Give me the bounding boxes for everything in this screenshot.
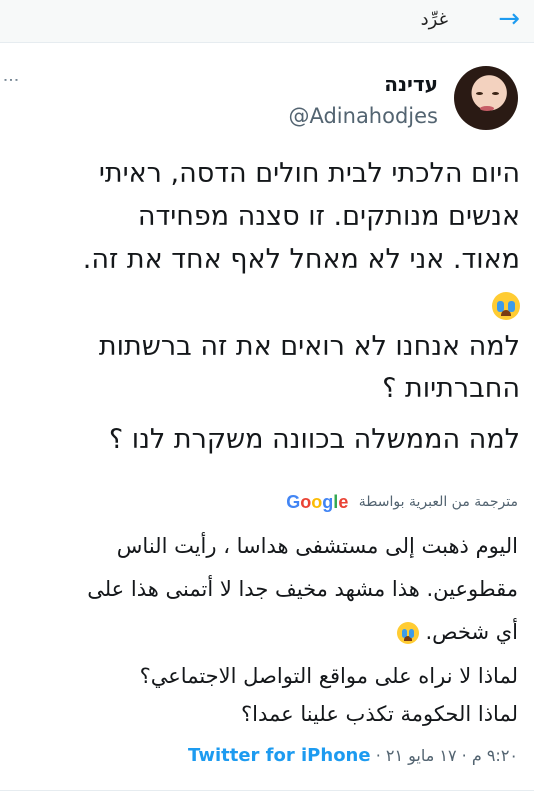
page-title: غرِّد — [420, 9, 448, 30]
loudly-crying-face-icon — [492, 291, 520, 320]
tweet-source[interactable]: Twitter for iPhone — [188, 745, 371, 766]
google-logo: Google — [286, 492, 349, 512]
translated-text-line: اليوم ذهبت إلى مستشفى هداسا ، رأيت الناس — [116, 534, 518, 558]
original-text-line: למה אנחנו לא רואים את זה ברשתות — [98, 331, 520, 362]
tweet-meta: ٩:٢٠ م · ١٧ مايو ٢١ · Twitter for iPhone — [188, 745, 518, 766]
divider — [0, 790, 534, 791]
translated-text-line: لماذا الحكومة تكذب علينا عمدا؟ — [240, 702, 518, 726]
translated-text-line: أي شخص. — [425, 620, 518, 644]
display-name[interactable]: עדינה — [384, 72, 438, 96]
translation-label: مترجمة من العبرية بواسطة — [358, 494, 518, 510]
top-bar: → غرِّد — [0, 0, 534, 43]
loudly-crying-face-icon — [396, 622, 419, 644]
avatar[interactable] — [454, 66, 518, 130]
original-text-line: למה הממשלה בכוונה משקרת לנו ؟ — [108, 424, 520, 455]
original-text-line: אנשים מנותקים. זו סצנה מפחידה — [137, 201, 520, 232]
original-text-line: החברתיות ؟ — [382, 373, 520, 404]
tweet-card[interactable]: ⋮ עדינה @Adinahodjes היום הלכתי לבית חול… — [0, 42, 534, 800]
timestamp[interactable]: ٩:٢٠ م · ١٧ مايو ٢١ · — [376, 746, 518, 765]
arrow-right-icon[interactable]: → — [498, 4, 520, 34]
vertical-dots-icon[interactable]: ⋮ — [2, 72, 21, 88]
translation-attribution[interactable]: مترجمة من العبرية بواسطة Google — [286, 492, 518, 513]
translated-text-line: مقطوعين. هذا مشهد مخيف جدا لا أتمنى هذا … — [87, 577, 518, 601]
user-handle[interactable]: @Adinahodjes — [288, 104, 438, 128]
emoji-line — [10, 285, 520, 325]
original-text-line: היום הלכתי לבית חולים הדסה, ראיתי — [98, 158, 520, 189]
original-text-line: מאוד. אני לא מאחל לאף אחד את זה. — [82, 244, 520, 275]
translated-text-line: لماذا لا نراه على مواقع التواصل الاجتماع… — [139, 664, 518, 688]
translated-text-line-with-emoji: أي شخص. — [13, 620, 518, 644]
